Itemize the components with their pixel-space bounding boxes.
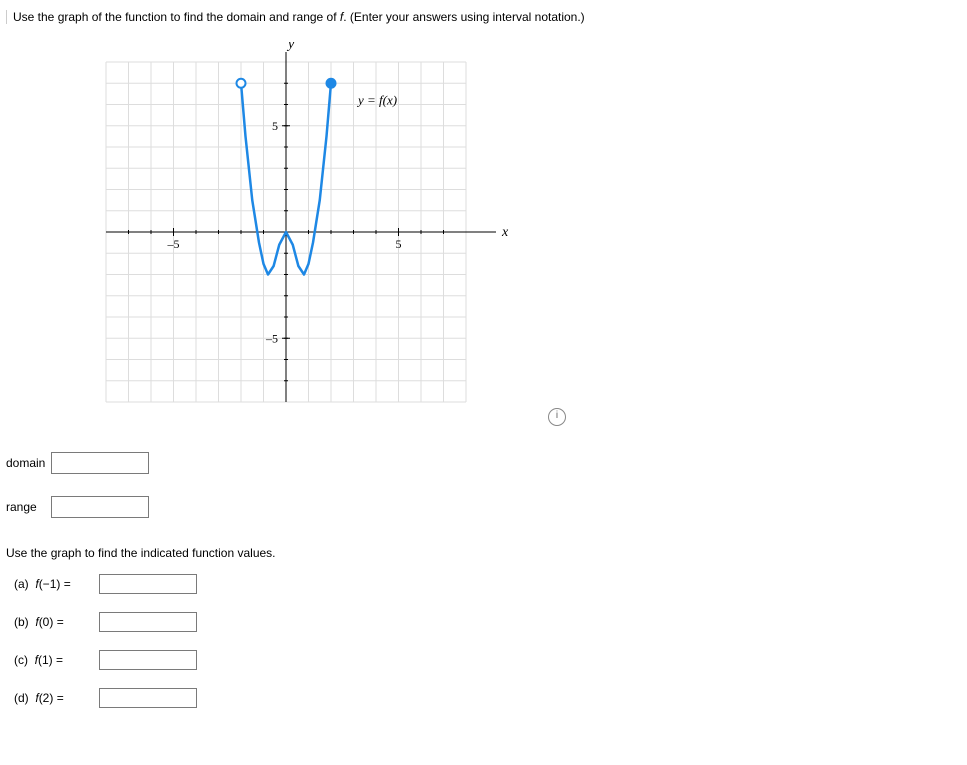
part-d-label: (d) f(2) = [14, 691, 96, 705]
svg-text:y: y [286, 42, 295, 52]
part-c-input[interactable] [99, 650, 197, 670]
part-a-input[interactable] [99, 574, 197, 594]
part-b-input[interactable] [99, 612, 197, 632]
domain-input[interactable] [51, 452, 149, 474]
function-value-parts: (a) f(−1) = (b) f(0) = (c) f(1) = (d) f(… [14, 574, 957, 708]
domain-label: domain [6, 452, 51, 496]
svg-text:–5: –5 [167, 237, 180, 251]
part-a-label: (a) f(−1) = [14, 577, 96, 591]
part-b-label: (b) f(0) = [14, 615, 96, 629]
part-c-label: (c) f(1) = [14, 653, 96, 667]
question-prompt: Use the graph of the function to find th… [6, 10, 957, 24]
graph-area: –5 5 –5 5 y x y = f(x) i [86, 42, 566, 432]
svg-text:5: 5 [396, 237, 402, 251]
svg-text:–5: –5 [265, 331, 278, 345]
domain-range-fields: domain range [6, 452, 155, 540]
part-d-input[interactable] [99, 688, 197, 708]
range-input[interactable] [51, 496, 149, 518]
svg-text:5: 5 [272, 119, 278, 133]
prompt-post: . (Enter your answers using interval not… [343, 10, 584, 24]
info-icon[interactable]: i [548, 408, 566, 426]
function-graph: –5 5 –5 5 y x y = f(x) [86, 42, 546, 422]
svg-text:x: x [501, 225, 509, 240]
prompt-pre: Use the graph of the function to find th… [13, 10, 340, 24]
values-subprompt: Use the graph to find the indicated func… [6, 546, 957, 560]
svg-text:y = f(x): y = f(x) [356, 93, 397, 108]
range-label: range [6, 496, 51, 540]
